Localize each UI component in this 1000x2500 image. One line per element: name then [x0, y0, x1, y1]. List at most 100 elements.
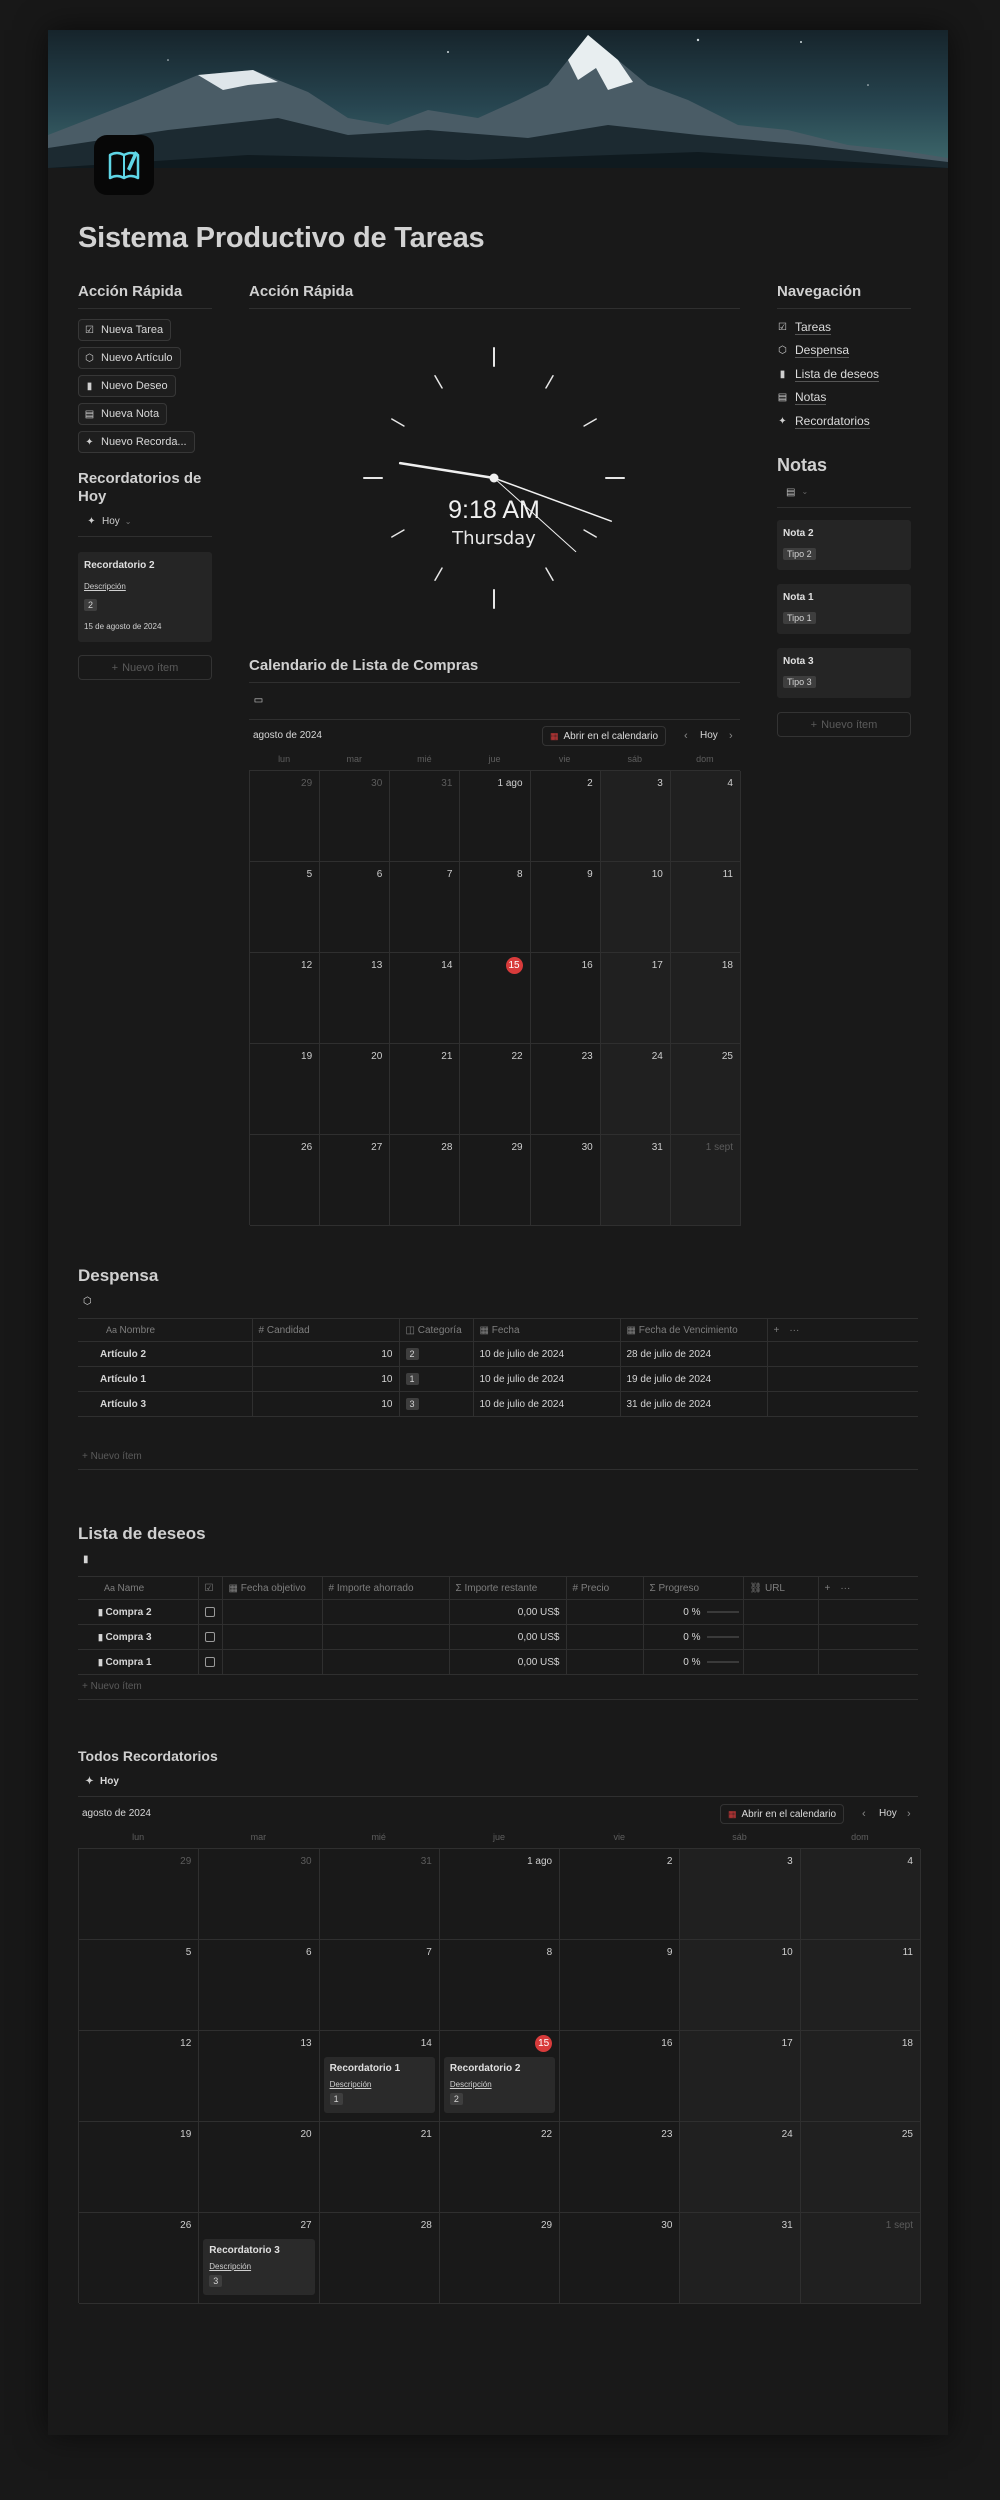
- calendar-day[interactable]: 20: [320, 1044, 391, 1135]
- calendar-day[interactable]: 3: [600, 771, 671, 862]
- reminder-event-card[interactable]: Recordatorio 1 Descripción 1: [323, 2057, 435, 2113]
- calendar-day[interactable]: 8: [460, 862, 531, 953]
- shopping-today-button[interactable]: Hoy: [700, 730, 718, 741]
- calendar-day[interactable]: 6: [320, 862, 391, 953]
- calendar-day[interactable]: 31: [319, 1849, 440, 1940]
- calendar-day[interactable]: 11: [670, 862, 741, 953]
- today-filter[interactable]: ✦ Hoy ⌄: [86, 516, 131, 527]
- table-row[interactable]: ▮ Compra 2 0,00 US$ 0 %: [78, 1599, 918, 1625]
- calendar-day[interactable]: 4: [670, 771, 741, 862]
- calendar-day[interactable]: 9: [560, 1940, 681, 2031]
- calendar-day[interactable]: 31: [390, 771, 461, 862]
- table-row[interactable]: ▮ Compra 1 0,00 US$ 0 %: [78, 1649, 918, 1675]
- new-article-button[interactable]: ⬡ Nuevo Artículo: [78, 347, 181, 369]
- calendar-day[interactable]: 1 sept: [670, 1135, 741, 1226]
- col-url[interactable]: ⛓ URL: [743, 1576, 819, 1600]
- calendar-day[interactable]: 24: [680, 2122, 801, 2213]
- calendar-day[interactable]: 1 ago: [439, 1849, 561, 1940]
- calendar-day[interactable]: 30: [199, 1849, 320, 1940]
- calendar-day[interactable]: 8: [439, 1940, 561, 2031]
- calendar-day[interactable]: 31: [600, 1135, 671, 1226]
- calendar-day[interactable]: 9: [530, 862, 601, 953]
- calendar-day[interactable]: 27: [320, 1135, 391, 1226]
- table-row[interactable]: Artículo 1 10 1 10 de julio de 2024 19 d…: [78, 1366, 918, 1392]
- calendar-day[interactable]: 19: [79, 2122, 200, 2213]
- calendar-day[interactable]: 13: [320, 953, 391, 1044]
- calendar-day[interactable]: 17: [680, 2031, 801, 2122]
- calendar-day[interactable]: 18: [670, 953, 741, 1044]
- calendar-day[interactable]: 30: [320, 771, 391, 862]
- calendar-day[interactable]: 20: [199, 2122, 320, 2213]
- calendar-day[interactable]: 23: [530, 1044, 601, 1135]
- calendar-day[interactable]: 29: [439, 2213, 561, 2304]
- calendar-day[interactable]: 25: [800, 2122, 921, 2213]
- calendar-day[interactable]: 18: [800, 2031, 921, 2122]
- calendar-day[interactable]: 10: [600, 862, 671, 953]
- calendar-day[interactable]: 7: [390, 862, 461, 953]
- add-column-button[interactable]: + ···: [767, 1318, 918, 1342]
- calendar-day[interactable]: 29: [79, 1849, 200, 1940]
- calendar-day[interactable]: 2: [530, 771, 601, 862]
- calendar-day[interactable]: 27 Recordatorio 3 Descripción 3: [199, 2213, 320, 2304]
- calendar-day[interactable]: 6: [199, 1940, 320, 2031]
- checkbox[interactable]: [204, 1656, 215, 1667]
- calendar-day[interactable]: 2: [560, 1849, 681, 1940]
- col-check[interactable]: ☑: [198, 1576, 223, 1600]
- calendar-day[interactable]: 29: [250, 771, 321, 862]
- new-wish-button[interactable]: ▮ Nuevo Deseo: [78, 375, 176, 397]
- new-note-button[interactable]: ▤ Nueva Nota: [78, 403, 168, 425]
- checkbox[interactable]: [204, 1606, 215, 1617]
- calendar-day[interactable]: 22: [439, 2122, 561, 2213]
- col-name[interactable]: Aa Name: [78, 1576, 199, 1600]
- add-column-button[interactable]: + ···: [818, 1576, 918, 1600]
- calendar-day[interactable]: 15 Recordatorio 2 Descripción 2: [439, 2031, 561, 2122]
- calendar-day[interactable]: 19: [250, 1044, 321, 1135]
- col-fecha-vencimiento[interactable]: ▦ Fecha de Vencimiento: [620, 1318, 768, 1342]
- note-card[interactable]: Nota 3 Tipo 3: [777, 648, 911, 698]
- nav-item-lista-de-deseos[interactable]: ▮ Lista de deseos: [777, 367, 880, 382]
- calendar-day[interactable]: 13: [199, 2031, 320, 2122]
- wishlist-new-item-button[interactable]: + Nuevo ítem: [82, 1681, 142, 1692]
- calendar-day[interactable]: 30: [530, 1135, 601, 1226]
- col-importe-ahorrado[interactable]: # Importe ahorrado: [322, 1576, 450, 1600]
- calendar-day[interactable]: 17: [600, 953, 671, 1044]
- table-row[interactable]: Artículo 3 10 3 10 de julio de 2024 31 d…: [78, 1391, 918, 1417]
- nav-item-despensa[interactable]: ⬡ Despensa: [777, 343, 850, 358]
- calendar-day[interactable]: 14 Recordatorio 1 Descripción 1: [319, 2031, 440, 2122]
- col-importe-restante[interactable]: Σ Importe restante: [449, 1576, 567, 1600]
- calendar-day[interactable]: 21: [390, 1044, 461, 1135]
- checkbox[interactable]: [204, 1631, 215, 1642]
- new-reminder-button[interactable]: ✦ Nuevo Recorda...: [78, 431, 195, 453]
- calendar-day[interactable]: 29: [460, 1135, 531, 1226]
- calendar-day[interactable]: 31: [680, 2213, 801, 2304]
- calendar-day[interactable]: 1 sept: [800, 2213, 921, 2304]
- nav-item-tareas[interactable]: ☑ Tareas: [777, 320, 832, 335]
- shopping-open-calendar-button[interactable]: ▦ Abrir en el calendario: [542, 726, 667, 746]
- notes-new-item-button[interactable]: + Nuevo ítem: [777, 712, 911, 737]
- col-progreso[interactable]: Σ Progreso: [643, 1576, 744, 1600]
- calendar-day[interactable]: 14: [390, 953, 461, 1044]
- calendar-day[interactable]: 4: [800, 1849, 921, 1940]
- calendar-day[interactable]: 24: [600, 1044, 671, 1135]
- calendar-day[interactable]: 26: [79, 2213, 200, 2304]
- nav-item-notas[interactable]: ▤ Notas: [777, 390, 827, 405]
- col-candidad[interactable]: # Candidad: [252, 1318, 400, 1342]
- col-fecha-objetivo[interactable]: ▦ Fecha objetivo: [222, 1576, 323, 1600]
- calendar-day[interactable]: 15: [460, 953, 531, 1044]
- all-reminders-filter[interactable]: ✦ Hoy: [84, 1776, 119, 1787]
- reminders-today-button[interactable]: Hoy: [879, 1808, 897, 1819]
- next-month-icon[interactable]: ›: [729, 730, 733, 742]
- reminder-event-card[interactable]: Recordatorio 2 Descripción 2: [443, 2057, 556, 2113]
- calendar-day[interactable]: 5: [250, 862, 321, 953]
- calendar-day[interactable]: 3: [680, 1849, 801, 1940]
- new-task-button[interactable]: ☑ Nueva Tarea: [78, 319, 172, 341]
- calendar-day[interactable]: 12: [79, 2031, 200, 2122]
- table-row[interactable]: Artículo 2 10 2 10 de julio de 2024 28 d…: [78, 1341, 918, 1367]
- calendar-day[interactable]: 10: [680, 1940, 801, 2031]
- today-reminder-card[interactable]: Recordatorio 2 Descripción 2 15 de agost…: [78, 552, 212, 642]
- reminder-event-card[interactable]: Recordatorio 3 Descripción 3: [203, 2239, 315, 2295]
- calendar-day[interactable]: 1 ago: [460, 771, 531, 862]
- today-new-item-button[interactable]: + Nuevo ítem: [78, 655, 212, 680]
- calendar-day[interactable]: 16: [560, 2031, 681, 2122]
- col-fecha[interactable]: ▦ Fecha: [473, 1318, 621, 1342]
